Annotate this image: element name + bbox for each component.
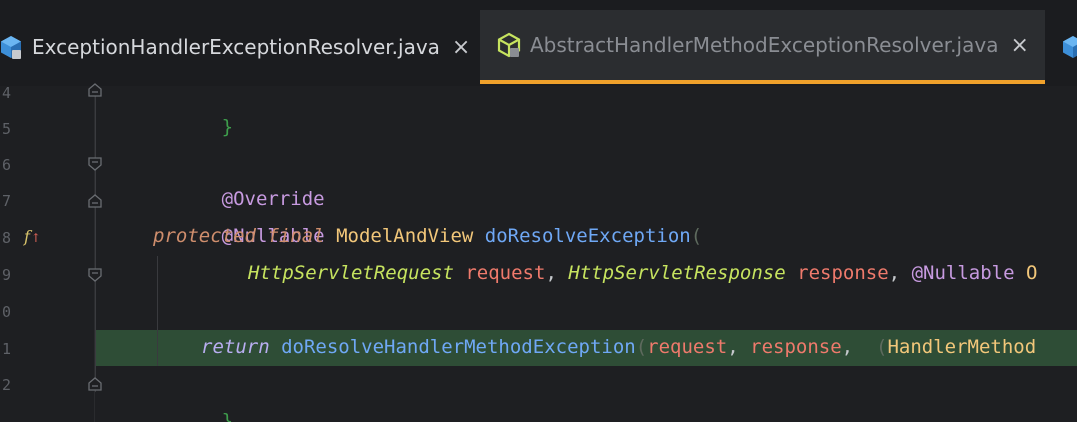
code-line-return[interactable]: return doResolveHandlerMethodException(r… (201, 329, 1036, 366)
tab-abstract-handler-method-exception-resolver[interactable]: AbstractHandlerMethodExceptionResolver.j… (480, 10, 1045, 84)
override-method-icon[interactable]: f↑ (24, 227, 41, 246)
java-class-icon (0, 34, 24, 60)
fold-guide (95, 96, 96, 392)
line-number: 8 (2, 229, 12, 247)
java-class-icon (1060, 34, 1077, 60)
code-line[interactable]: @Nullable (153, 181, 325, 247)
ide-window: ExceptionHandlerExceptionResolver.java ×… (0, 0, 1077, 422)
fold-end-icon[interactable] (88, 377, 102, 391)
close-icon[interactable]: × (452, 35, 470, 60)
line-number: 4 (2, 84, 12, 102)
method-call: doResolveHandlerMethodException (281, 336, 636, 358)
tab-label: ExceptionHandlerExceptionResolver.java (32, 35, 440, 59)
line-number: 5 (2, 120, 12, 138)
fold-end-icon[interactable] (88, 194, 102, 208)
override-marker: f (24, 227, 30, 246)
line-number: 1 (2, 340, 12, 358)
tab-exception-handler-exception-resolver[interactable]: ExceptionHandlerExceptionResolver.java × (0, 10, 478, 84)
method-name: doResolveException (484, 225, 691, 247)
tab-label: AbstractHandlerMethodExceptionResolver.j… (530, 33, 999, 57)
line-number: 9 (2, 266, 12, 284)
line-number: 6 (2, 156, 12, 174)
close-icon[interactable]: × (1010, 33, 1028, 58)
code-line[interactable]: } (153, 366, 233, 422)
code-line[interactable]: @Override (153, 144, 325, 210)
code-line[interactable]: } (153, 72, 233, 138)
line-number: 0 (2, 303, 12, 321)
code-line-parameters[interactable]: HttpServletRequest request, HttpServletR… (248, 255, 1037, 292)
line-number: 7 (2, 192, 12, 210)
code-line-method-signature[interactable]: protected final ModelAndView doResolveEx… (153, 218, 702, 255)
fold-end-icon[interactable] (88, 83, 102, 97)
line-number: 2 (2, 376, 12, 394)
java-abstract-class-icon (496, 32, 522, 58)
tab-partial[interactable] (1046, 10, 1077, 84)
fold-start-icon[interactable] (88, 157, 102, 171)
code-editor[interactable]: 4 5 6 7 8 9 0 1 2 f↑ } @Override @Nullab… (0, 83, 1077, 422)
fold-start-icon[interactable] (88, 268, 102, 282)
